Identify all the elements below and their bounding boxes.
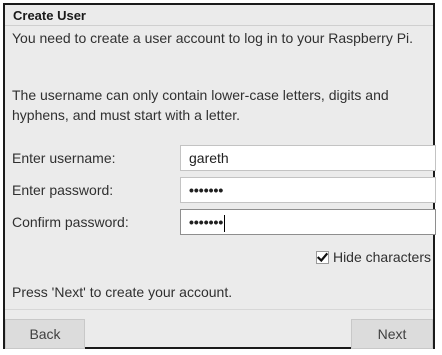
intro-text-account: You need to create a user account to log… — [12, 30, 414, 46]
page-title: Create User — [13, 8, 86, 23]
intro-text-username-rules: The username can only contain lower-case… — [12, 87, 389, 123]
username-field[interactable]: gareth — [180, 145, 436, 171]
title-divider — [5, 25, 433, 26]
create-user-dialog: Create User You need to create a user ac… — [3, 3, 436, 349]
password-field[interactable]: ••••••• — [180, 177, 436, 203]
next-button[interactable]: Next — [351, 319, 433, 349]
confirm-password-field[interactable]: ••••••• — [180, 209, 436, 235]
username-label: Enter username: — [12, 150, 116, 166]
hide-characters-label: Hide characters — [332, 249, 431, 265]
confirm-password-value: ••••••• — [189, 214, 224, 230]
hide-characters-option[interactable]: Hide characters — [315, 249, 431, 265]
footer-divider — [5, 309, 433, 310]
password-label: Enter password: — [12, 182, 114, 198]
confirm-password-label: Confirm password: — [12, 214, 129, 230]
hide-characters-checkbox[interactable] — [315, 250, 329, 264]
username-value: gareth — [189, 150, 229, 166]
password-value: ••••••• — [189, 182, 224, 198]
checkmark-icon — [316, 252, 328, 262]
text-caret — [224, 214, 226, 232]
back-button[interactable]: Back — [5, 319, 85, 349]
next-hint-text: Press 'Next' to create your account. — [12, 284, 233, 300]
